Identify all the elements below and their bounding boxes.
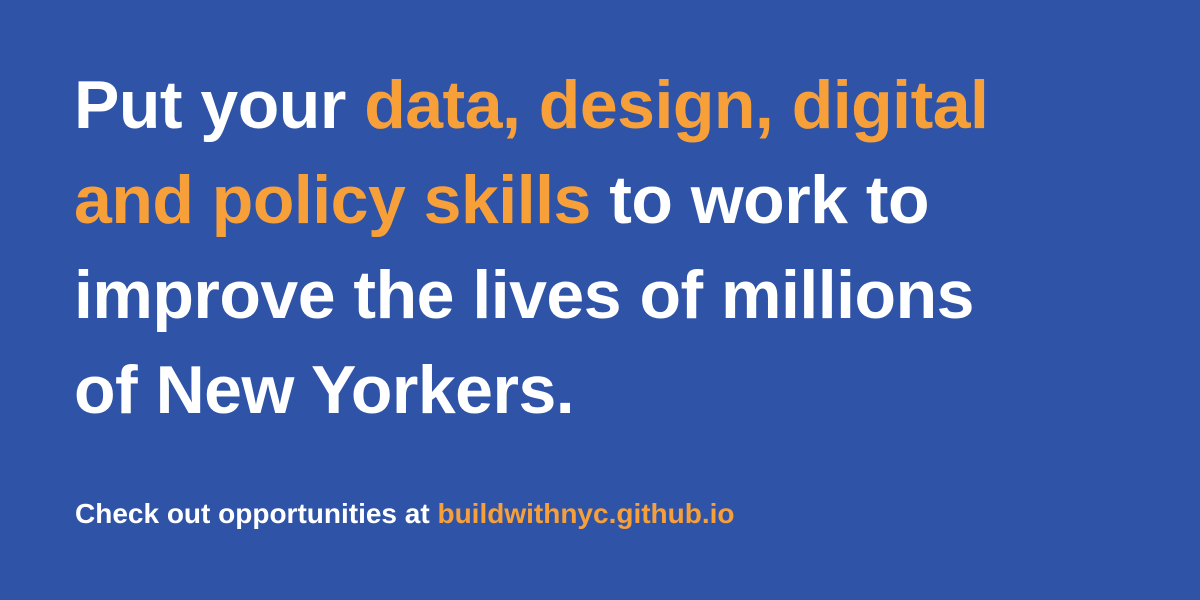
- cta-link[interactable]: buildwithnyc.github.io: [437, 498, 734, 529]
- headline-line-4: of New Yorkers.: [74, 343, 1130, 438]
- promo-card: Put your data, design, digital and polic…: [0, 0, 1200, 600]
- call-to-action: Check out opportunities at buildwithnyc.…: [75, 494, 735, 534]
- headline-highlight: and policy skills: [74, 162, 591, 238]
- headline: Put your data, design, digital and polic…: [74, 58, 1130, 438]
- headline-line-2: and policy skills to work to: [74, 153, 1130, 248]
- headline-line-1: Put your data, design, digital: [74, 58, 1130, 153]
- headline-text: improve the lives of millions: [74, 257, 974, 333]
- headline-highlight: data, design, digital: [364, 67, 989, 143]
- headline-line-3: improve the lives of millions: [74, 248, 1130, 343]
- headline-text: Put your: [74, 67, 365, 143]
- headline-text: to work to: [590, 162, 930, 238]
- cta-text: Check out opportunities at: [75, 498, 438, 529]
- headline-text: of New Yorkers.: [74, 352, 575, 428]
